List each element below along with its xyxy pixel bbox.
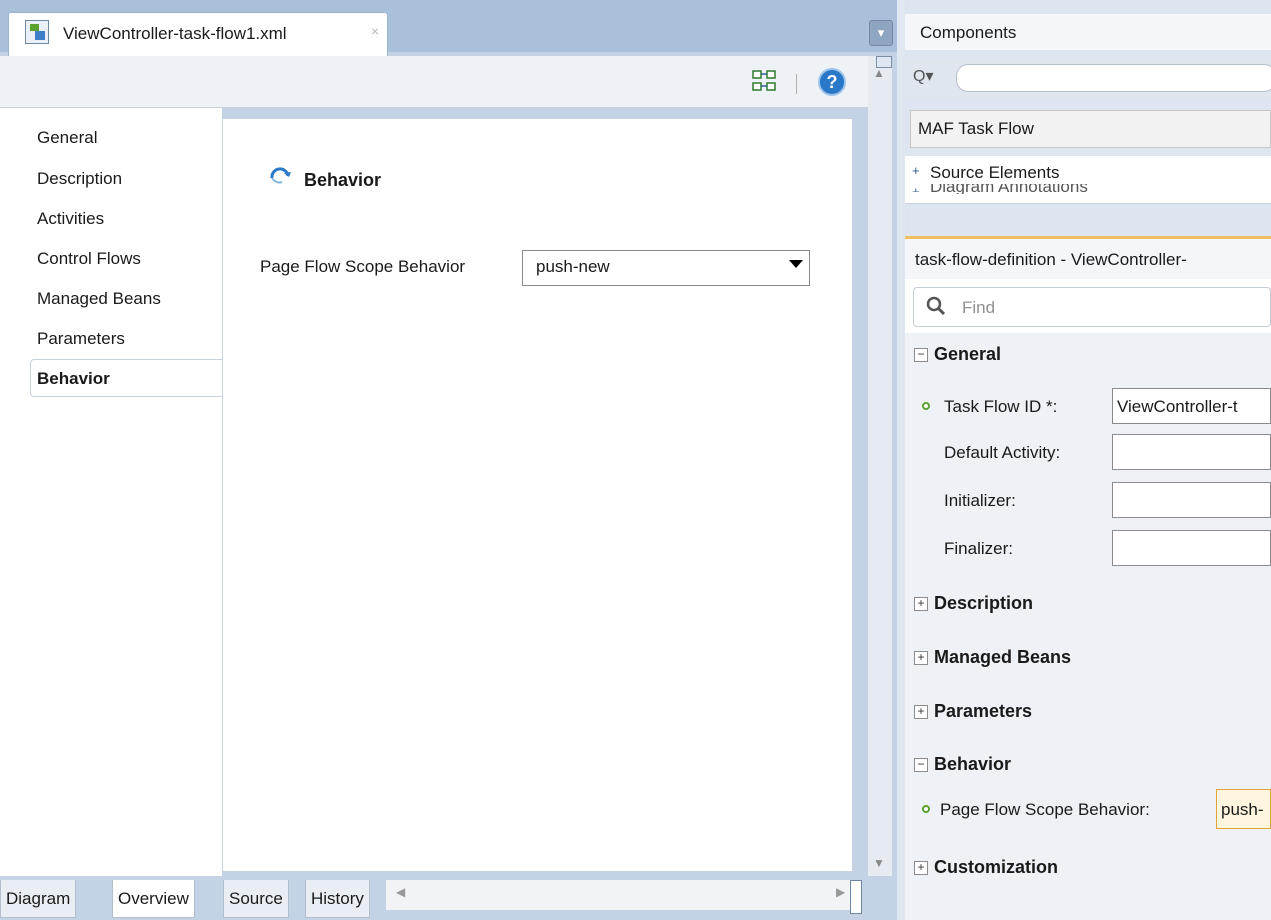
expand-icon[interactable]: + <box>912 163 920 178</box>
page-flow-scope-behavior-label: Page Flow Scope Behavior: <box>940 800 1150 819</box>
section-general[interactable]: General <box>934 344 1001 365</box>
find-placeholder: Find <box>962 298 996 317</box>
scroll-down-icon[interactable]: ▼ <box>873 856 885 870</box>
tab-overview[interactable]: Overview <box>112 880 195 918</box>
section-title: Behavior <box>304 170 382 190</box>
expand-icon[interactable]: + <box>914 861 928 875</box>
expand-icon[interactable]: + <box>914 705 928 719</box>
nav-item-behavior[interactable]: Behavior <box>37 369 110 389</box>
toolbar-separator <box>796 74 797 94</box>
expand-icon[interactable]: + <box>914 597 928 611</box>
collapse-icon[interactable]: − <box>914 348 928 362</box>
finalizer-label: Finalizer: <box>944 539 1013 558</box>
nav-item-managed-beans[interactable]: Managed Beans <box>37 289 161 309</box>
components-search-input[interactable] <box>956 64 1271 92</box>
page-flow-scope-behavior-field[interactable]: push- <box>1216 789 1271 829</box>
default-activity-label: Default Activity: <box>944 443 1061 462</box>
nav-item-general[interactable]: General <box>37 128 97 148</box>
initializer-label: Initializer: <box>944 491 1016 510</box>
nav-item-description[interactable]: Description <box>37 169 122 189</box>
overview-content-panel <box>222 118 853 872</box>
document-tab[interactable]: ViewController-task-flow1.xml × <box>8 12 388 56</box>
page-flow-scope-behavior-value: push- <box>1221 800 1264 819</box>
section-behavior[interactable]: Behavior <box>934 754 1011 775</box>
collapse-icon[interactable]: − <box>914 758 928 772</box>
required-indicator-icon <box>922 402 930 410</box>
behavior-icon <box>270 167 291 184</box>
page-flow-scope-value: push-new <box>536 257 610 276</box>
panel-divider[interactable] <box>897 0 905 920</box>
horizontal-scrollbar[interactable] <box>386 880 860 910</box>
nav-item-activities[interactable]: Activities <box>37 209 104 229</box>
section-parameters[interactable]: Parameters <box>934 701 1032 722</box>
accordion-item-source-elements[interactable]: Source Elements <box>930 163 1059 183</box>
palette-selector-value: MAF Task Flow <box>918 119 1034 138</box>
task-flow-file-icon <box>25 20 49 44</box>
section-description[interactable]: Description <box>934 593 1033 614</box>
help-icon[interactable]: ? <box>818 68 846 96</box>
accordion-item-diagram-annotations[interactable]: Diagram Annotations <box>930 184 1088 194</box>
initializer-field[interactable] <box>1112 482 1271 518</box>
close-icon[interactable]: × <box>371 23 379 39</box>
tab-diagram[interactable]: Diagram <box>0 880 77 918</box>
tab-source[interactable]: Source <box>223 880 289 918</box>
section-customization[interactable]: Customization <box>934 857 1058 878</box>
required-indicator-icon <box>922 805 930 813</box>
default-activity-field[interactable] <box>1112 434 1271 470</box>
task-flow-id-label: Task Flow ID *: <box>944 397 1058 416</box>
finalizer-field[interactable] <box>1112 530 1271 566</box>
search-icon[interactable]: Q▾ <box>913 66 933 86</box>
scroll-left-icon[interactable]: ◀ <box>396 885 405 899</box>
nav-item-control-flows[interactable]: Control Flows <box>37 249 141 269</box>
document-tab-label: ViewController-task-flow1.xml <box>63 24 287 43</box>
chevron-down-icon[interactable] <box>789 260 803 268</box>
scroll-right-icon[interactable]: ▶ <box>836 885 845 899</box>
editor-toolbar <box>0 56 868 108</box>
page-flow-scope-label: Page Flow Scope Behavior <box>260 257 466 276</box>
overview-nav <box>0 108 222 876</box>
tab-history[interactable]: History <box>305 880 370 918</box>
scroll-up-icon[interactable]: ▲ <box>873 66 885 80</box>
search-icon <box>926 296 946 316</box>
layout-diagram-icon[interactable] <box>752 70 776 92</box>
nav-item-parameters[interactable]: Parameters <box>37 329 125 349</box>
task-flow-id-field[interactable]: ViewController-t <box>1112 388 1271 424</box>
expand-icon[interactable]: + <box>912 184 920 192</box>
components-title: Components <box>920 23 1017 42</box>
section-managed-beans[interactable]: Managed Beans <box>934 647 1071 668</box>
vertical-scrollbar[interactable] <box>868 56 892 876</box>
expand-icon[interactable]: + <box>914 651 928 665</box>
task-flow-id-value: ViewController-t <box>1117 397 1238 416</box>
scrollbar-thumb[interactable] <box>850 880 862 914</box>
tab-list-dropdown-icon[interactable]: ▾ <box>869 20 893 46</box>
properties-title: task-flow-definition - ViewController- <box>915 250 1187 269</box>
